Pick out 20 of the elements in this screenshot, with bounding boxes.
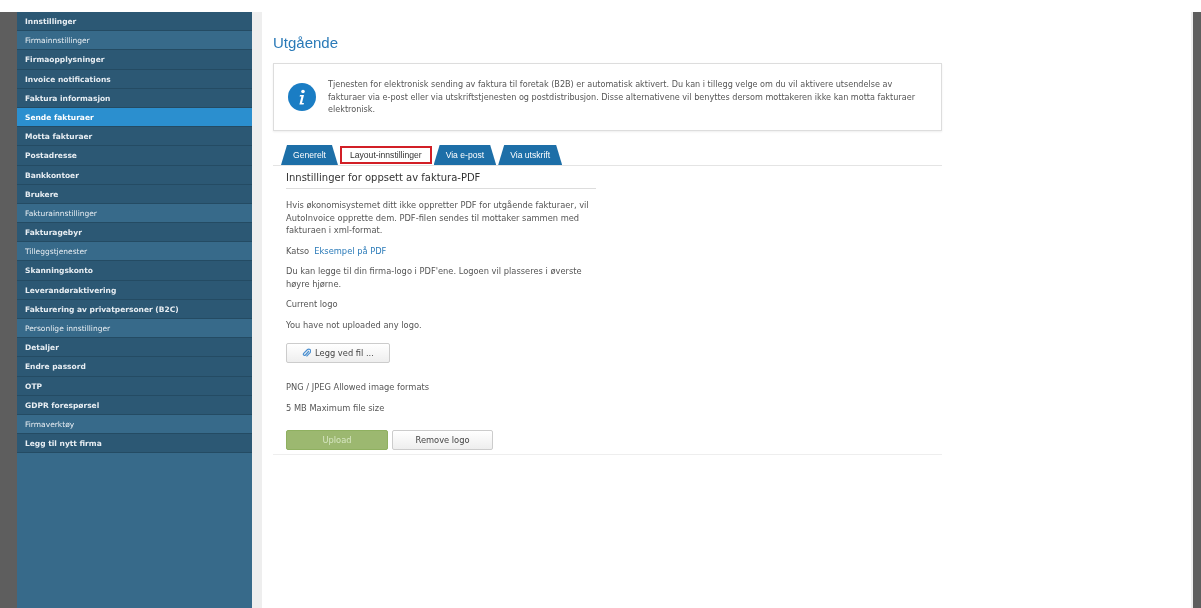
- scrollbar[interactable]: [1191, 12, 1201, 608]
- tab[interactable]: Via e-post: [433, 145, 497, 165]
- paperclip-icon: [302, 348, 312, 358]
- current-logo-value: You have not uploaded any logo.: [286, 318, 423, 331]
- description-text: Hvis økonomisystemet ditt ikke oppretter PDF for utgående fakturaer, vil AutoInvoice opprette dem. PDF-filen sendes til mottaker sammen med fakturaen i xml-format.: [286, 199, 590, 237]
- current-logo-label: Current logo: [286, 298, 339, 311]
- tab[interactable]: Via utskrift: [498, 145, 563, 165]
- tab[interactable]: Layout-innstillinger: [339, 146, 432, 164]
- info-text: Tjenesten for elektronisk sending av faktura til foretak (B2B) er automatisk aktivert. Du kan i tillegg velge om du vil aktivere utsendelse av fakturaer via e-post eller via utskriftstjenesten og postdistribusjon. Disse alternativene vil benyttes dersom mottakeren ikke kan motta fakturaer elektronisk.: [328, 78, 916, 116]
- page-title: Utgående: [273, 34, 340, 51]
- max-size-text: 5 MB Maximum file size: [286, 401, 386, 414]
- section-title: Innstillinger for oppsett av faktura-PDF: [286, 172, 596, 189]
- formats-text: PNG / JPEG Allowed image formats: [286, 381, 431, 394]
- logo-text: Du kan legge til din firma-logo i PDF'ene. Logoen vil plasseres i øverste høyre hjørne.: [286, 265, 583, 290]
- see-label: Katso: [286, 245, 310, 256]
- example-link[interactable]: Eksempel på PDF: [314, 245, 387, 256]
- remove-logo-button[interactable]: Remove logo: [392, 430, 493, 450]
- tab[interactable]: Generelt: [281, 145, 338, 165]
- attach-file-button[interactable]: Legg ved fil ...: [286, 343, 390, 363]
- info-icon: [288, 83, 316, 111]
